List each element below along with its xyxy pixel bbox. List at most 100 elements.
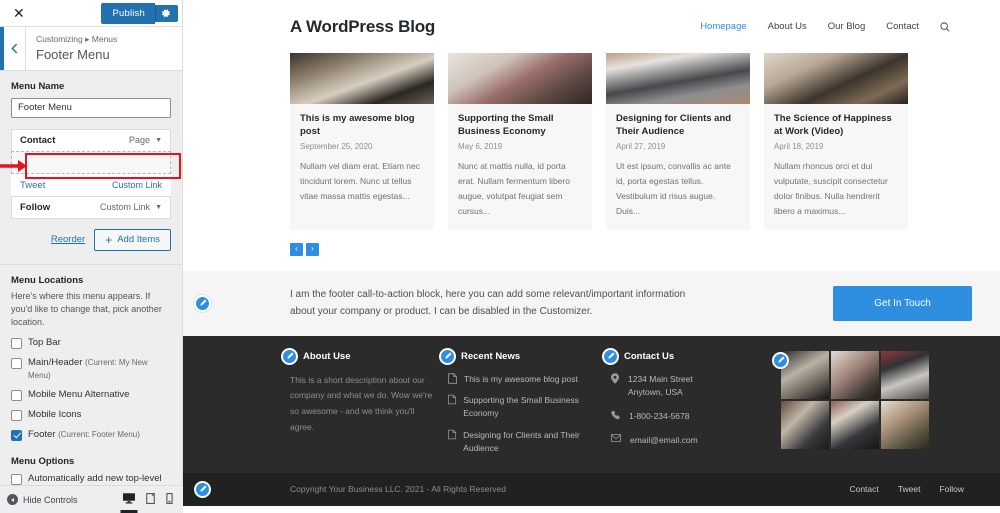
document-icon [448,395,457,405]
gallery-image[interactable] [881,400,929,449]
location-checkbox-footer[interactable]: Footer (Current: Footer Menu) [11,429,171,442]
location-label: Mobile Menu Alternative [28,389,130,401]
footer-news-item[interactable]: Supporting the Small Business Economy [448,394,603,420]
get-in-touch-button[interactable]: Get In Touch [833,285,972,321]
edit-pencil-icon[interactable] [194,294,211,312]
post-date: April 27, 2019 [616,142,666,152]
mobile-preview-icon[interactable] [166,492,173,507]
post-card[interactable]: This is my awesome blog post September 2… [290,53,434,230]
checkbox-icon[interactable] [11,410,22,422]
publish-button[interactable]: Publish [101,2,155,24]
drop-placeholder [11,150,171,174]
menu-item-meta: Custom Link ▼ [100,202,162,212]
post-card[interactable]: The Science of Happiness at Work (Video)… [764,53,908,230]
tablet-preview-icon[interactable] [146,492,155,507]
footer-column-about: About Use This is a short description ab… [281,347,440,464]
gallery-image[interactable] [831,350,879,399]
gallery-image[interactable] [831,400,879,449]
checkbox-icon[interactable] [11,430,22,441]
post-title[interactable]: This is my awesome blog post [300,112,424,138]
checkbox-icon[interactable] [11,337,22,349]
nav-link-homepage[interactable]: Homepage [700,21,746,32]
footer-news-item[interactable]: This is my awesome blog post [448,372,603,386]
edit-pencil-icon[interactable] [194,480,211,498]
post-title[interactable]: Designing for Clients and Their Audience [616,112,740,138]
phone-icon [611,410,620,420]
footer-email: email@email.com [611,434,761,447]
location-checkbox-mobile-alt[interactable]: Mobile Menu Alternative [11,389,171,402]
footer-news-item[interactable]: Designing for Clients and Their Audience [448,429,603,455]
plus-icon: + [105,232,113,247]
gallery-image[interactable] [781,400,829,449]
footer-news-text: Designing for Clients and Their Audience [463,429,580,453]
close-icon[interactable]: ✕ [8,3,30,23]
hide-controls-button[interactable]: Hide Controls [7,494,78,505]
customizer-app: ✕ Publish Customizing ▸ Menus Footer Men… [0,0,1000,513]
carousel-nav: ‹ › [183,230,1000,256]
location-pin-icon [611,373,619,384]
menu-item-title: Contact [20,134,56,146]
edit-pencil-icon[interactable] [602,347,619,365]
reorder-link[interactable]: Reorder [51,234,85,245]
post-date: September 25, 2020 [300,142,373,152]
footer-menu-item-follow[interactable]: Follow [939,484,964,494]
hide-controls-label: Hide Controls [23,494,78,505]
menu-item-follow[interactable]: Follow Custom Link ▼ [11,195,171,219]
footer-about-text: This is a short description about our co… [290,374,433,432]
footer-menu-item-tweet[interactable]: Tweet [898,484,921,494]
menu-items-list: Contact Page ▼ Tweet Custom Link Follow [11,128,171,219]
menu-item-tweet[interactable]: Tweet Custom Link [11,173,171,197]
instagram-gallery-grid [781,350,929,449]
footer-address-text: 1234 Main Street Anytown, USA [628,373,693,397]
footer-contact-title: Contact Us [624,350,675,362]
carousel-prev-button[interactable]: ‹ [290,242,303,256]
add-items-button[interactable]: + Add Items [94,228,171,251]
document-icon [448,372,457,384]
gallery-image[interactable] [881,350,929,399]
location-checkbox-main-header[interactable]: Main/Header (Current: My New Menu) [11,357,171,383]
customizer-body: Menu Name Contact Page ▼ Tweet Custom Li… [0,71,182,513]
edit-pencil-icon[interactable] [439,347,456,365]
primary-nav: Homepage About Us Our Blog Contact [700,21,972,32]
site-preview-pane: A WordPress Blog Homepage About Us Our B… [183,0,1000,513]
location-checkbox-mobile-icons[interactable]: Mobile Icons [11,409,171,422]
cta-text: I am the footer call-to-action block, he… [290,288,686,318]
checkbox-icon[interactable] [11,357,22,369]
search-icon[interactable] [940,21,950,32]
chevron-left-icon[interactable] [0,27,26,71]
footer-columns: About Use This is a short description ab… [281,347,972,464]
post-title[interactable]: The Science of Happiness at Work (Video) [774,112,898,138]
menu-item-type: Page [129,135,151,146]
desktop-preview-icon[interactable] [123,492,135,507]
checkbox-icon[interactable] [11,473,22,485]
divider [0,263,182,265]
gear-icon[interactable] [155,4,178,22]
carousel-next-button[interactable]: › [306,242,319,256]
menu-name-input[interactable] [11,97,171,118]
post-thumbnail [290,53,434,104]
chevron-down-icon[interactable]: ▼ [155,137,162,144]
post-title[interactable]: Supporting the Small Business Economy [458,112,582,138]
menu-item-meta: Page ▼ [129,135,162,145]
customizer-footer: Hide Controls [0,485,183,513]
checkbox-icon[interactable] [11,390,22,402]
footer-menu-item-contact[interactable]: Contact [849,484,878,494]
footer-news-text: Supporting the Small Business Economy [463,395,579,419]
menu-item-type: Custom Link [111,180,162,191]
menu-item-contact[interactable]: Contact Page ▼ [11,128,171,152]
post-card[interactable]: Designing for Clients and Their Audience… [606,53,750,230]
edit-pencil-icon[interactable] [772,351,789,369]
location-checkbox-top-bar[interactable]: Top Bar [11,337,171,350]
footer-news-text: This is my awesome blog post [464,373,578,384]
nav-link-our-blog[interactable]: Our Blog [828,21,866,32]
nav-link-contact[interactable]: Contact [886,21,919,32]
chevron-down-icon[interactable]: ▼ [155,204,162,211]
footer-about-title: About Use [303,350,351,362]
post-card[interactable]: Supporting the Small Business Economy Ma… [448,53,592,230]
edit-pencil-icon[interactable] [281,347,298,365]
post-date: April 18, 2019 [774,142,824,152]
location-label: Top Bar [28,336,61,348]
post-thumbnail [606,53,750,104]
footer-email-text: email@email.com [630,435,698,446]
nav-link-about-us[interactable]: About Us [768,21,807,32]
